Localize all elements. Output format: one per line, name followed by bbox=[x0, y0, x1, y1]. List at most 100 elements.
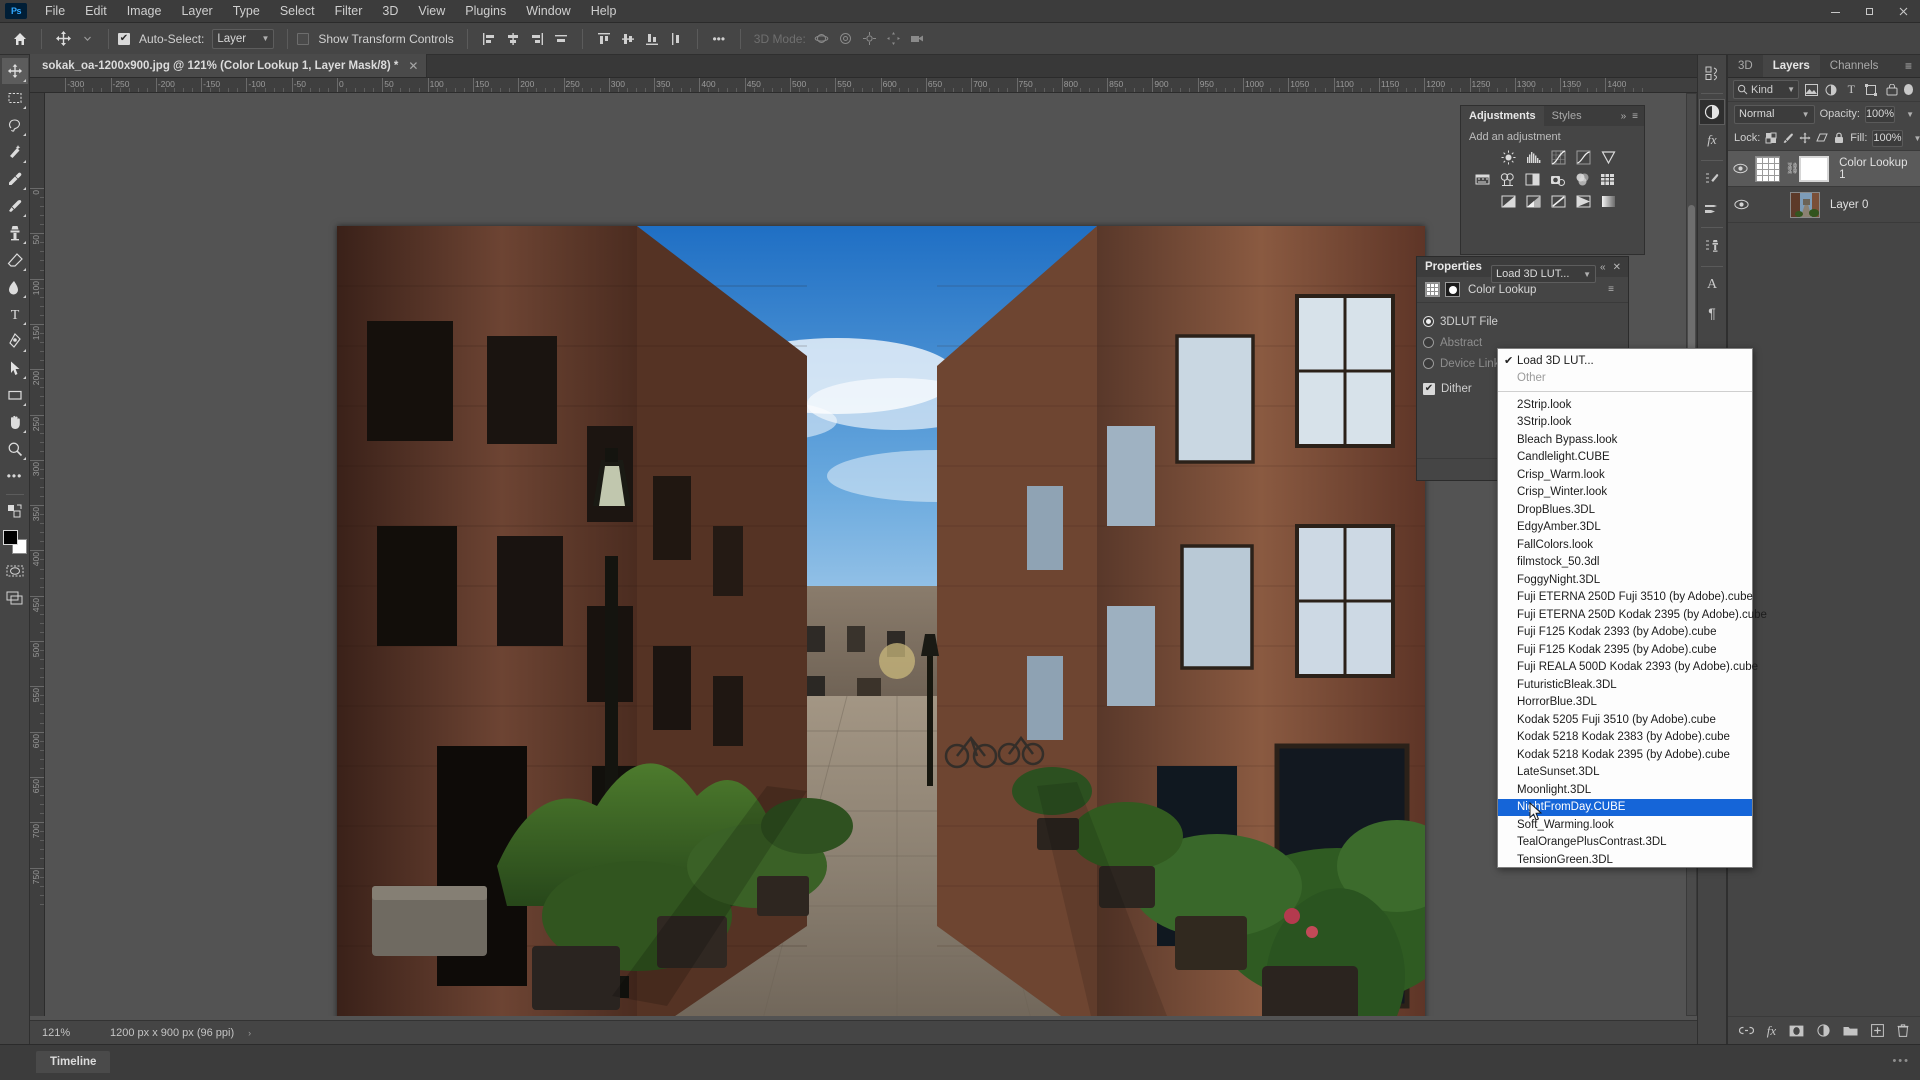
align-middle-vertical-icon[interactable] bbox=[616, 27, 640, 51]
home-icon[interactable] bbox=[8, 27, 32, 51]
link-layers-icon[interactable] bbox=[1738, 1025, 1754, 1036]
fill-stepper-icon[interactable]: ▼ bbox=[1914, 134, 1920, 143]
move-tool-options-chevron-icon[interactable] bbox=[75, 27, 99, 51]
path-selection-tool[interactable] bbox=[2, 355, 28, 381]
color-swatches[interactable] bbox=[2, 529, 28, 555]
filter-kind-dropdown[interactable]: Kind ▼ bbox=[1733, 80, 1799, 99]
gradient-tool[interactable] bbox=[2, 274, 28, 300]
filter-shape-icon[interactable] bbox=[1863, 80, 1879, 99]
menu-3d[interactable]: 3D bbox=[372, 0, 408, 23]
lock-all-icon[interactable] bbox=[1833, 129, 1845, 147]
menu-type[interactable]: Type bbox=[223, 0, 270, 23]
3d-camera-icon[interactable] bbox=[906, 27, 930, 51]
menu-help[interactable]: Help bbox=[581, 0, 627, 23]
lut-menu-item[interactable]: TealOrangePlusContrast.3DL bbox=[1498, 834, 1752, 852]
tab-channels[interactable]: Channels bbox=[1820, 55, 1889, 77]
collapse-icon[interactable]: « bbox=[1600, 262, 1606, 273]
lut-menu-item[interactable]: Fuji ETERNA 250D Fuji 3510 (by Adobe).cu… bbox=[1498, 589, 1753, 607]
eyedropper-tool[interactable] bbox=[2, 166, 28, 192]
lut-menu-item[interactable]: FoggyNight.3DL bbox=[1498, 571, 1752, 589]
status-expand-icon[interactable]: › bbox=[248, 1028, 251, 1038]
lut-menu-item[interactable]: Kodak 5205 Fuji 3510 (by Adobe).cube bbox=[1498, 711, 1752, 729]
color-lookup-thumbnail[interactable] bbox=[1425, 282, 1440, 297]
hue-saturation-icon[interactable] bbox=[1472, 170, 1493, 188]
3d-pan-icon[interactable] bbox=[858, 27, 882, 51]
lut-menu-item[interactable]: Bleach Bypass.look bbox=[1498, 431, 1752, 449]
black-white-icon[interactable] bbox=[1522, 170, 1543, 188]
3d-slide-icon[interactable] bbox=[882, 27, 906, 51]
lock-position-icon[interactable] bbox=[1799, 129, 1811, 147]
lut-menu-item[interactable]: 3Strip.look bbox=[1498, 414, 1752, 432]
delete-layer-icon[interactable] bbox=[1897, 1024, 1909, 1037]
paragraph-icon[interactable]: ¶ bbox=[1699, 300, 1725, 326]
lut-menu-item[interactable]: TensionGreen.3DL bbox=[1498, 851, 1752, 869]
zoom-level[interactable]: 121% bbox=[30, 1027, 94, 1039]
brushes-icon[interactable] bbox=[1699, 194, 1725, 220]
lut-menu-item[interactable]: Fuji F125 Kodak 2393 (by Adobe).cube bbox=[1498, 624, 1752, 642]
move-tool[interactable] bbox=[1, 58, 28, 84]
menu-view[interactable]: View bbox=[408, 0, 455, 23]
menu-plugins[interactable]: Plugins bbox=[455, 0, 516, 23]
zoom-tool[interactable] bbox=[2, 436, 28, 462]
tab-styles[interactable]: Styles bbox=[1544, 106, 1590, 126]
minimize-button[interactable] bbox=[1818, 0, 1852, 23]
add-style-icon[interactable]: fx bbox=[1767, 1023, 1776, 1039]
menu-filter[interactable]: Filter bbox=[325, 0, 373, 23]
align-bottom-icon[interactable] bbox=[640, 27, 664, 51]
rectangle-tool[interactable] bbox=[2, 382, 28, 408]
align-left-icon[interactable] bbox=[477, 27, 501, 51]
lut-menu-item[interactable]: Moonlight.3DL bbox=[1498, 781, 1752, 799]
canvas-image[interactable] bbox=[337, 226, 1457, 1016]
adjustments-menu-icon[interactable]: ≡ bbox=[1632, 111, 1638, 122]
fill-field[interactable]: 100% bbox=[1872, 129, 1903, 147]
blend-mode-dropdown[interactable]: Normal ▼ bbox=[1734, 104, 1815, 124]
adjustment-thumbnail[interactable] bbox=[1754, 155, 1781, 182]
lut-menu-item[interactable]: HorrorBlue.3DL bbox=[1498, 694, 1752, 712]
distribute-vertical-icon[interactable] bbox=[664, 27, 688, 51]
document-tab[interactable]: sokak_oa-1200x900.jpg @ 121% (Color Look… bbox=[30, 54, 428, 77]
menu-image[interactable]: Image bbox=[117, 0, 172, 23]
foreground-color-swatch[interactable] bbox=[2, 530, 18, 545]
lut-menu-item[interactable]: FallColors.look bbox=[1498, 536, 1752, 554]
levels-icon[interactable] bbox=[1523, 148, 1544, 166]
channel-mixer-icon[interactable] bbox=[1572, 170, 1593, 188]
lut-menu-item[interactable]: Crisp_Warm.look bbox=[1498, 466, 1752, 484]
add-mask-icon[interactable] bbox=[1789, 1025, 1804, 1037]
lut-menu-item[interactable]: DropBlues.3DL bbox=[1498, 501, 1752, 519]
hand-tool[interactable] bbox=[2, 409, 28, 435]
photo-filter-icon[interactable] bbox=[1547, 170, 1568, 188]
new-adjustment-icon[interactable] bbox=[1817, 1024, 1830, 1037]
expand-icon[interactable]: » bbox=[1621, 111, 1627, 122]
filter-type-icon[interactable]: T bbox=[1843, 80, 1859, 99]
clone-stamp-tool[interactable] bbox=[2, 220, 28, 246]
layer-thumbnail[interactable] bbox=[1790, 191, 1820, 218]
brightness-contrast-icon[interactable] bbox=[1498, 148, 1519, 166]
lut-dropdown-menu[interactable]: ✔ Load 3D LUT... Other 2Strip.look 3Strip.lo… bbox=[1497, 348, 1767, 869]
option-3dlut-file[interactable]: 3DLUT File bbox=[1423, 311, 1628, 332]
move-tool-icon[interactable] bbox=[51, 27, 75, 51]
menu-select[interactable]: Select bbox=[270, 0, 325, 23]
lut-menu-item[interactable]: Fuji REALA 500D Kodak 2393 (by Adobe).cu… bbox=[1498, 659, 1758, 677]
invert-icon[interactable] bbox=[1498, 192, 1519, 210]
align-top-icon[interactable] bbox=[592, 27, 616, 51]
threshold-icon[interactable] bbox=[1548, 192, 1569, 210]
menu-layer[interactable]: Layer bbox=[171, 0, 222, 23]
close-button[interactable] bbox=[1886, 0, 1920, 23]
layer-mask-thumbnail[interactable] bbox=[1799, 155, 1830, 182]
show-transform-controls-checkbox[interactable]: Show Transform Controls bbox=[297, 32, 457, 46]
lut-menu-item[interactable]: EdgyAmber.3DL bbox=[1498, 519, 1752, 537]
table-row[interactable]: ⛓ Color Lookup 1 bbox=[1728, 151, 1920, 187]
close-icon[interactable]: ✕ bbox=[408, 59, 418, 73]
quick-mask-icon[interactable] bbox=[2, 558, 28, 584]
tab-layers[interactable]: Layers bbox=[1762, 55, 1820, 77]
menu-window[interactable]: Window bbox=[516, 0, 580, 23]
posterize-icon[interactable] bbox=[1523, 192, 1544, 210]
eraser-tool[interactable] bbox=[2, 247, 28, 273]
color-lookup-icon[interactable] bbox=[1597, 170, 1618, 188]
screen-mode-icon[interactable] bbox=[2, 585, 28, 611]
lut-menu-item[interactable]: Candlelight.CUBE bbox=[1498, 449, 1752, 467]
lut-menu-item[interactable]: Soft_Warming.look bbox=[1498, 816, 1752, 834]
3d-orbit-icon[interactable] bbox=[810, 27, 834, 51]
layer-visibility-icon[interactable] bbox=[1732, 163, 1750, 174]
filter-toggle[interactable] bbox=[1903, 84, 1913, 95]
